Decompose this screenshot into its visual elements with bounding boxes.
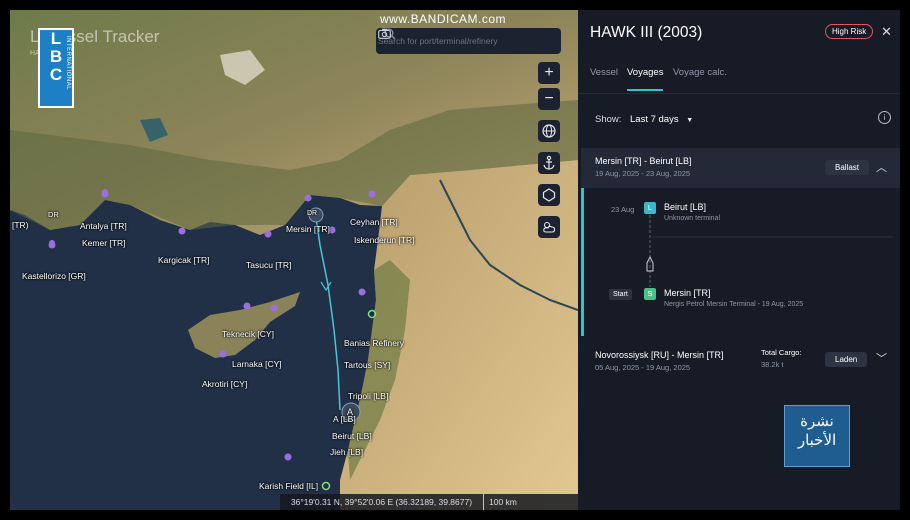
map-label-kastellorizo: Kastellorizo [GR] [22, 271, 86, 281]
map-label-markers-dr: DR [48, 210, 59, 219]
weather-icon [543, 221, 556, 233]
show-label: Show: [595, 114, 622, 125]
map-label-larnaka: Larnaka [CY] [232, 359, 282, 369]
polygon-icon [542, 188, 556, 202]
news-channel-logo: نشرة الأخبار [784, 405, 850, 467]
voyage-dates: 19 Aug, 2025 - 23 Aug, 2025 [595, 169, 691, 178]
cargo-label: Total Cargo: [761, 348, 802, 357]
scale-bar: 100 km [484, 494, 578, 510]
origin-marker-label: DR [307, 210, 318, 217]
map-label-tartous: Tartous [SY] [344, 360, 391, 370]
globe-icon [542, 124, 556, 138]
map-view[interactable]: DR DR A [TR) Antalya [TR] Kemer [TR] Kas… [10, 10, 578, 510]
voyage-item[interactable]: Novorossiysk [RU] - Mersin [TR] 05 Aug, … [581, 340, 900, 380]
weather-button[interactable] [538, 216, 560, 238]
bandicam-watermark: www.BANDICAM.com [380, 12, 507, 26]
departure-terminal: Nergis Petrol Mersin Terminal - 19 Aug, … [664, 301, 804, 308]
voyage-route: Mersin [TR] - Beirut [LB] [595, 156, 692, 166]
map-label-jieh: Jieh [LB] [330, 447, 364, 457]
status-badge: Laden [825, 352, 868, 367]
period-select[interactable]: Last 7 days ▼ [630, 114, 693, 125]
anchor-button[interactable] [538, 152, 560, 174]
map-label-ceyhan: Ceyhan [TR] [350, 217, 398, 227]
timeline-track [646, 215, 893, 287]
voyage-accent-bar [581, 188, 584, 336]
tab-voyages[interactable]: Voyages [627, 67, 664, 91]
map-label-tasucu: Tasucu [TR] [246, 260, 292, 270]
search-box[interactable] [376, 28, 561, 54]
voyage-dates: 05 Aug, 2025 - 19 Aug, 2025 [595, 363, 691, 372]
info-icon[interactable]: i [878, 111, 891, 124]
map-label-kargicak: Kargicak [TR] [158, 255, 210, 265]
zoom-out-button[interactable]: − [538, 88, 560, 110]
caret-down-icon: ▼ [686, 117, 694, 124]
zoom-in-button[interactable]: + [538, 62, 560, 84]
start-badge: Start [609, 289, 632, 300]
voyage-route: Novorossiysk [RU] - Mersin [TR] [595, 350, 724, 360]
map-label-karish: Karish Field [IL] [259, 481, 319, 491]
vessel-title: HAWK III (2003) [590, 24, 703, 41]
map-label-mersin: Mersin [TR] [286, 224, 330, 234]
map-label-beirut: Beirut [LB] [332, 431, 372, 441]
map-label-antalya: Antalya [TR] [80, 221, 127, 231]
tab-vessel[interactable]: Vessel [590, 67, 618, 78]
map-label-kemer: Kemer [TR] [82, 238, 126, 248]
anchor-icon [543, 155, 555, 170]
panel-tabs: Vessel Voyages Voyage calc. [578, 67, 900, 94]
chevron-down-icon[interactable]: ﹀ [876, 350, 887, 366]
arrival-port[interactable]: Beirut [LB] [664, 202, 706, 212]
cargo-value: 38.2k t [761, 360, 784, 369]
map-label-tripoli: Tripoli [LB] [348, 391, 389, 401]
chevron-up-icon[interactable]: ︿ [876, 159, 887, 175]
globe-button[interactable] [538, 120, 560, 142]
map-label-teknecik: Teknecik [CY] [222, 329, 274, 339]
status-badge: Ballast [825, 160, 870, 175]
map-label-iskenderun: Iskenderun [TR] [354, 235, 415, 245]
polygon-button[interactable] [538, 184, 560, 206]
camera-icon[interactable] [378, 28, 391, 39]
departure-port[interactable]: Mersin [TR] [664, 288, 711, 298]
timeline-date: 23 Aug [611, 205, 635, 214]
search-input[interactable] [376, 35, 515, 47]
close-icon[interactable]: ✕ [881, 24, 892, 40]
arrival-node: L [644, 202, 656, 214]
map-label-tr: [TR) [12, 220, 29, 230]
lbc-logo: L B C INTERNATIONAL [38, 28, 74, 108]
departure-node: S [644, 288, 656, 300]
map-label-a-lb: A [LB] [333, 414, 356, 424]
map-terrain [10, 10, 578, 510]
map-label-banias: Banias Refinery [344, 338, 405, 348]
voyage-item[interactable]: Mersin [TR] - Beirut [LB] 19 Aug, 2025 -… [581, 148, 900, 188]
vessel-panel: HAWK III (2003) High Risk ✕ Vessel Voyag… [578, 10, 900, 510]
risk-badge: High Risk [825, 24, 874, 39]
map-label-akrotiri: Akrotiri [CY] [202, 379, 248, 389]
tab-voyage-calc[interactable]: Voyage calc. [673, 67, 727, 78]
screen-frame: DR DR A [TR) Antalya [TR] Kemer [TR] Kas… [10, 10, 900, 510]
coordinate-readout: 36°19'0.31 N, 39°52'0.06 E (36.32189, 39… [280, 494, 483, 510]
